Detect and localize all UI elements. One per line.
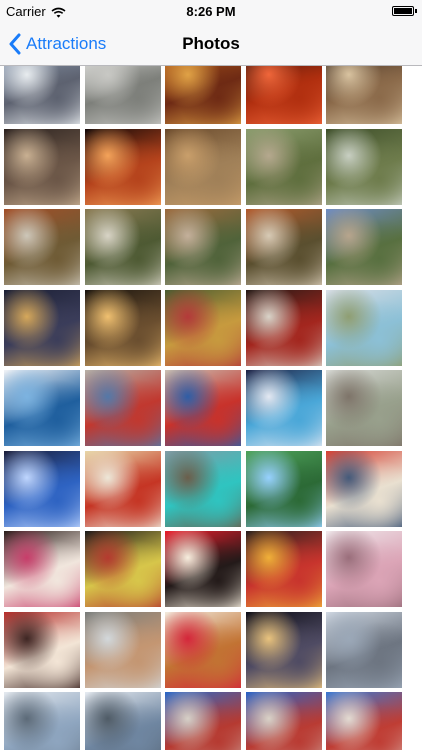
photo-thumbnail-pool[interactable] (165, 450, 241, 527)
photo-thumbnail-night-street[interactable] (4, 289, 80, 366)
photo-thumbnail-night-road[interactable] (245, 611, 322, 688)
status-time: 8:26 PM (186, 4, 236, 19)
photo-thumbnail-valley[interactable] (326, 209, 402, 285)
status-bar: Carrier 8:26 PM (0, 0, 422, 22)
back-button-label: Attractions (26, 34, 107, 53)
photo-thumbnail-sign-night[interactable] (4, 450, 80, 527)
photo-thumbnail-masks[interactable] (4, 128, 80, 205)
photo-thumbnail-poster[interactable] (4, 531, 80, 607)
photo-thumbnail-ship-building[interactable] (165, 692, 241, 750)
photo-thumbnail-parade[interactable] (165, 370, 241, 446)
photo-thumbnail-autumn[interactable] (4, 209, 80, 285)
photo-thumbnail-shop-sign[interactable] (245, 531, 322, 607)
photo-thumbnail-dresses[interactable] (326, 531, 402, 607)
photo-thumbnail-globe-night[interactable] (245, 370, 322, 446)
chevron-left-icon (8, 33, 22, 55)
photo-thumbnail-characters[interactable] (165, 289, 241, 366)
photo-thumbnail-mural[interactable] (4, 611, 80, 688)
navigation-bar: Attractions Photos (0, 22, 422, 66)
photo-thumbnail-stage[interactable] (245, 289, 322, 366)
photo-thumbnail-bridge[interactable] (165, 209, 241, 285)
photo-thumbnail-diner[interactable] (326, 450, 402, 527)
photo-thumbnail-hillside[interactable] (245, 128, 322, 205)
photo-thumbnail-storefront[interactable] (84, 450, 161, 527)
photo-thumbnail-stickers[interactable] (84, 531, 161, 607)
top-bar: Carrier 8:26 PM Attractions Photos (0, 0, 422, 66)
photo-thumbnail-dome-city[interactable] (84, 692, 161, 750)
photo-thumbnail-castle[interactable] (326, 289, 402, 366)
photo-thumbnail-shopping-street[interactable] (84, 611, 161, 688)
photo-thumbnail-burger[interactable] (165, 611, 241, 688)
photo-thumbnail-plaza[interactable] (84, 370, 161, 446)
photo-thumbnail-park[interactable] (165, 128, 241, 205)
photo-thumbnail-cafe-sign[interactable] (165, 531, 241, 607)
photo-thumbnail-ship-building[interactable] (326, 692, 402, 750)
photo-thumbnail-stream[interactable] (326, 128, 402, 205)
battery-icon (392, 6, 417, 16)
photo-thumbnail-city-view[interactable] (326, 611, 402, 688)
photo-thumbnail-autumn[interactable] (245, 209, 322, 285)
photo-thumbnail-pumpkins[interactable] (84, 128, 161, 205)
photo-thumbnail-autumn[interactable] (84, 209, 161, 285)
back-button[interactable]: Attractions (8, 31, 106, 57)
photo-thumbnail-dome-skyline[interactable] (4, 692, 80, 750)
photo-thumbnail-green-facade[interactable] (245, 450, 322, 527)
photo-thumbnail-street[interactable] (326, 370, 402, 446)
photo-grid (0, 48, 422, 750)
photo-thumbnail-globe[interactable] (4, 370, 80, 446)
photo-thumbnail-ship-building[interactable] (245, 692, 322, 750)
photo-thumbnail-night-arch[interactable] (84, 289, 161, 366)
